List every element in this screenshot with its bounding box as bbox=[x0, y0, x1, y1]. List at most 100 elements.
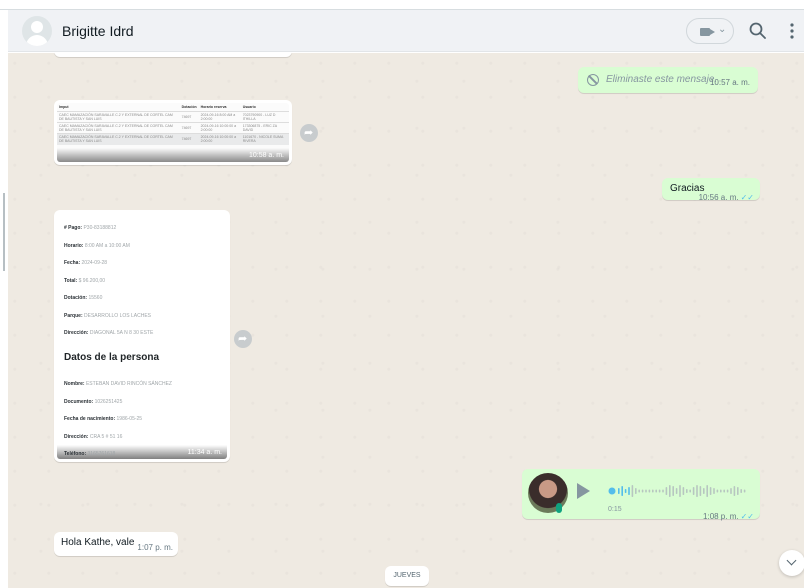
deleted-message-bubble[interactable]: Eliminaste este mensaje. 10:57 a. m. bbox=[578, 67, 758, 93]
waveform-bar bbox=[709, 487, 712, 495]
waveform-bar bbox=[703, 488, 705, 494]
field-value: DIAGONAL 5A N 8 30 ESTE bbox=[89, 330, 154, 336]
field-value: 15560 bbox=[88, 295, 103, 301]
field-value: 8:00 AM a 10:00 AM bbox=[84, 242, 130, 249]
field-value: 1986-05-25 bbox=[116, 416, 143, 422]
waveform-bar bbox=[645, 489, 647, 493]
detail-field: # Pago: P30-83188812 bbox=[64, 225, 116, 231]
forward-icon[interactable] bbox=[234, 330, 252, 348]
chat-panel[interactable]: Eliminaste este mensaje. 10:57 a. m. Imp… bbox=[8, 53, 804, 588]
waveform-bar bbox=[682, 487, 685, 495]
waveform-bar bbox=[696, 485, 698, 497]
waveform-bar bbox=[713, 488, 715, 494]
chat-header: Brigitte Idrd ⌄ bbox=[8, 10, 804, 52]
waveform-bar bbox=[743, 489, 746, 493]
table-header-cell: Usuario bbox=[242, 105, 256, 109]
field-label: Horario: bbox=[64, 242, 84, 249]
video-call-button[interactable]: ⌄ bbox=[686, 18, 734, 44]
read-check-icon: ✓✓ bbox=[740, 512, 754, 521]
reservation-card-message[interactable]: Datos de la persona 11:34 a. m. # Pago: … bbox=[54, 210, 230, 462]
field-value: ESTEBAN DAVID RINCÓN SÁNCHEZ bbox=[85, 381, 172, 387]
field-label: Fecha: bbox=[64, 260, 81, 266]
table-row: CAEC MAMAZACIÓN SARAVALLE C.2 Y EXTERNAL… bbox=[57, 111, 289, 123]
field-label: Dotación: bbox=[64, 295, 88, 301]
message-time: 10:56 a. m. bbox=[698, 193, 739, 202]
field-value: 2024-09-28 bbox=[81, 260, 108, 266]
voice-waveform[interactable] bbox=[608, 481, 750, 501]
message-time: 10:57 a. m. bbox=[709, 78, 750, 87]
sender-avatar bbox=[528, 473, 568, 513]
previous-image-message[interactable] bbox=[54, 53, 292, 57]
waveform-bar bbox=[672, 486, 674, 496]
waveform-bar bbox=[665, 487, 668, 495]
detail-field: Parque: DESARROLLO LOS LACHES bbox=[64, 313, 151, 319]
field-label: # Pago: bbox=[64, 225, 83, 231]
table-cell: 74697 bbox=[179, 133, 199, 145]
waveform-bar bbox=[726, 489, 729, 493]
waveform-bar bbox=[635, 488, 637, 494]
hola-message-bubble[interactable]: Hola Kathe, vale 1:07 p. m. bbox=[54, 532, 178, 556]
waveform-bar bbox=[699, 486, 702, 496]
table-cell: CAEC MAMAZACIÓN SARAVALLE C.2 Y EXTERNAL… bbox=[57, 122, 180, 134]
field-label: Fecha de nacimiento: bbox=[64, 416, 116, 422]
detail-field: Total: $ 96.200,00 bbox=[64, 278, 105, 284]
table-header-cell: Imput bbox=[59, 105, 69, 109]
waveform-bar bbox=[624, 489, 627, 493]
field-label: Dirección: bbox=[64, 433, 89, 440]
waveform-bar bbox=[631, 485, 634, 497]
reservations-table-image: Imput Dotación Horario reserva Usuario CAEC… bbox=[57, 103, 289, 145]
message-time: 10:58 a. m. bbox=[248, 152, 284, 159]
microphone-icon bbox=[556, 503, 562, 513]
detail-field: Fecha de nacimiento: 1986-05-25 bbox=[64, 416, 142, 422]
field-value: DESARROLLO LOS LACHES bbox=[84, 312, 151, 319]
kebab-menu-icon[interactable] bbox=[786, 21, 798, 41]
detail-field: Horario: 8:00 AM a 10:00 AM bbox=[64, 243, 130, 249]
field-label: Parque: bbox=[64, 312, 83, 319]
playback-position-dot[interactable] bbox=[608, 487, 616, 495]
waveform-bar bbox=[706, 485, 708, 497]
contact-name[interactable]: Brigitte Idrd bbox=[62, 23, 134, 39]
field-value: P30-83188812 bbox=[83, 225, 117, 231]
voice-duration: 0:15 bbox=[608, 506, 622, 513]
table-cell: 2024-09-16 10:00:00 a 2:00:00 bbox=[198, 122, 241, 134]
message-time: 11:34 a. m. bbox=[187, 449, 222, 456]
waveform-bar bbox=[655, 489, 657, 493]
read-check-icon: ✓✓ bbox=[740, 193, 754, 202]
chevron-down-icon[interactable] bbox=[779, 550, 804, 576]
table-image-message[interactable]: Imput Dotación Horario reserva Usuario CAEC… bbox=[54, 100, 292, 165]
play-icon[interactable] bbox=[577, 483, 590, 499]
waveform-bar bbox=[692, 487, 695, 495]
table-header-cell: Horario reserva bbox=[200, 105, 227, 109]
table-row: CAEC MAMAZACIÓN SARAVALLE C.2 Y EXTERNAL… bbox=[57, 133, 289, 145]
waveform-bar bbox=[675, 488, 678, 494]
field-label: Teléfono: bbox=[64, 451, 87, 457]
table-row: CAEC MAMAZACIÓN SARAVALLE C.2 Y EXTERNAL… bbox=[57, 122, 289, 134]
default-user-avatar-icon[interactable] bbox=[22, 16, 52, 46]
waveform-bar bbox=[689, 489, 691, 493]
waveform-bar bbox=[740, 489, 742, 493]
field-value: 3165761618 bbox=[87, 451, 116, 457]
waveform-bar bbox=[621, 486, 623, 496]
ban-icon bbox=[587, 74, 599, 86]
video-camera-icon bbox=[700, 28, 715, 36]
field-label: Documento: bbox=[64, 398, 94, 405]
field-value: CRA 5 # 51 16 bbox=[89, 433, 123, 440]
table-cell: 173306875 - ERIC ZA DAVID bbox=[240, 122, 289, 134]
waveform-bar bbox=[720, 489, 722, 493]
table-cell: 74697 bbox=[179, 111, 199, 123]
detail-field: Dirección: CRA 5 # 51 16 bbox=[64, 434, 122, 440]
day-separator: JUEVES bbox=[385, 566, 429, 586]
detail-field: Documento: 1026251425 bbox=[64, 399, 122, 405]
forward-icon[interactable] bbox=[300, 124, 318, 142]
waveform-bar bbox=[686, 489, 688, 493]
waveform-bar bbox=[638, 489, 640, 493]
waveform-bar bbox=[723, 489, 725, 493]
table-cell: CAEC MAMAZACIÓN SARAVALLE C.2 Y EXTERNAL… bbox=[57, 111, 180, 123]
voice-note-message[interactable]: 0:15 1:08 p. m. ✓✓ bbox=[522, 469, 760, 521]
gracias-message-bubble[interactable]: Gracias 10:56 a. m. ✓✓ bbox=[662, 178, 760, 202]
table-header-cell: Dotación bbox=[181, 105, 197, 109]
table-cell: 7023790900 - LUZ D ITHILLA bbox=[240, 111, 289, 123]
waveform-bar bbox=[641, 489, 644, 493]
search-icon[interactable] bbox=[748, 21, 768, 41]
message-text: Hola Kathe, vale bbox=[61, 537, 135, 548]
